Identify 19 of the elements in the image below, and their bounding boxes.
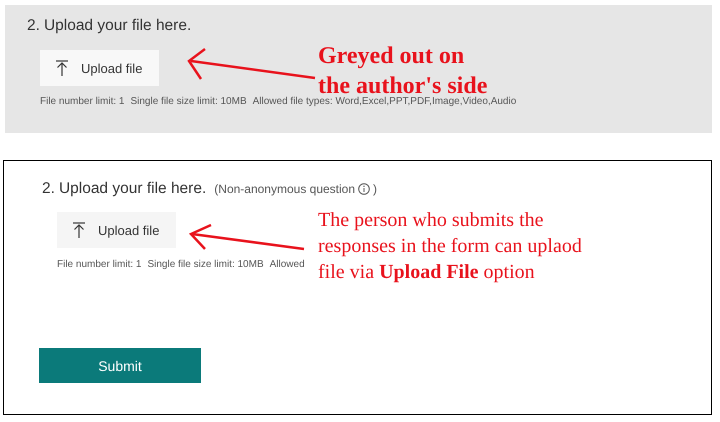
limit-text: Single file size limit: 10MB: [147, 259, 264, 270]
question-text: Upload your file here.: [44, 17, 192, 35]
question-number: 2.: [27, 17, 40, 35]
info-icon[interactable]: [358, 183, 370, 195]
submit-button[interactable]: Submit: [39, 348, 201, 383]
question-tag-end: ): [373, 182, 378, 196]
upload-button[interactable]: Upload file: [57, 212, 176, 248]
question-number: 2.: [42, 180, 55, 198]
upload-button[interactable]: Upload file: [40, 50, 160, 86]
question-text: Upload your file here.: [58, 180, 206, 198]
annotation-text: The person who submits the responses in the form can uplaod file via Upload File option: [318, 208, 582, 285]
limit-text: File number limit: 1: [40, 96, 124, 107]
limit-text: Single file size limit: 10MB: [130, 96, 247, 107]
upload-icon: [73, 222, 85, 238]
question-tag: (Non-anonymous question: [214, 182, 356, 196]
limit-text: Allowed: [270, 259, 305, 270]
upload-icon: [56, 60, 68, 76]
limit-text: Allowed file types: Word,Excel,PPT,PDF,Image,Video,Audio: [252, 96, 516, 107]
limit-text: File number limit: 1: [57, 259, 142, 270]
